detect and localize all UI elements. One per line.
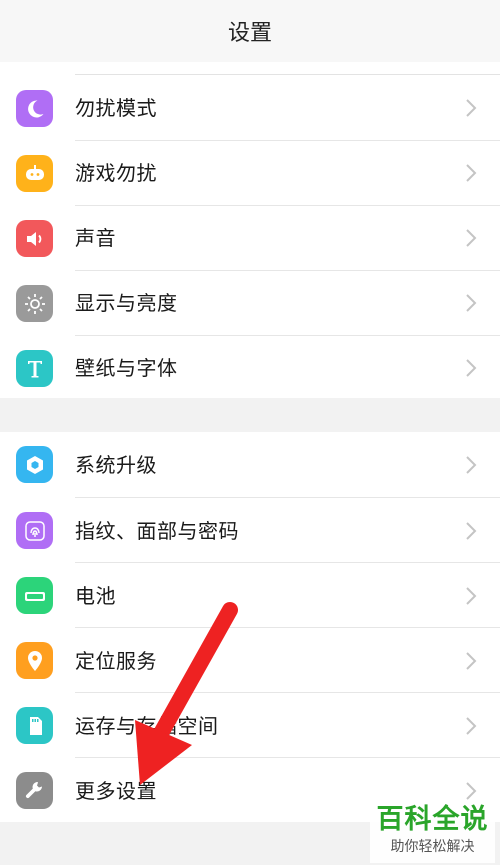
settings-item-label: 系统升级 xyxy=(75,453,157,477)
chevron-right-icon xyxy=(466,717,477,735)
watermark-title: 百科全说 xyxy=(376,804,489,835)
settings-item-wallpaper-font[interactable]: 壁纸与字体 xyxy=(0,336,500,401)
title-bar: 设置 xyxy=(0,0,500,63)
settings-item-fingerprint-face-password[interactable]: 指纹、面部与密码 xyxy=(0,498,500,563)
settings-item-label: 更多设置 xyxy=(75,779,157,803)
settings-item-label: 壁纸与字体 xyxy=(75,356,178,380)
settings-item-label: 运存与存储空间 xyxy=(75,714,219,738)
chevron-right-icon xyxy=(466,522,477,540)
chevron-right-icon xyxy=(466,587,477,605)
sd-card-icon xyxy=(16,707,53,744)
location-pin-icon xyxy=(16,642,53,679)
settings-item-sound[interactable]: 声音 xyxy=(0,206,500,271)
font-t-icon xyxy=(16,350,53,387)
chevron-right-icon xyxy=(466,782,477,800)
settings-item-memory-storage[interactable]: 运存与存储空间 xyxy=(0,693,500,758)
watermark-logo: 百科全说 助你轻松解决 xyxy=(370,803,495,863)
settings-item-system-update[interactable]: 系统升级 xyxy=(0,432,500,497)
settings-item-label: 定位服务 xyxy=(75,649,157,673)
settings-item-battery[interactable]: 电池 xyxy=(0,563,500,628)
settings-item-label: 电池 xyxy=(75,584,116,608)
settings-item-label: 声音 xyxy=(75,226,116,250)
cube-update-icon xyxy=(16,446,53,483)
settings-item-label: 显示与亮度 xyxy=(75,291,178,315)
gamepad-icon xyxy=(16,155,53,192)
watermark-subtitle: 助你轻松解决 xyxy=(390,839,475,855)
settings-item-label: 游戏勿扰 xyxy=(75,161,157,185)
brightness-icon xyxy=(16,285,53,322)
settings-group-1: 勿扰模式 游戏勿扰 声音 显示与亮度 壁纸与字体 xyxy=(0,62,500,398)
battery-icon xyxy=(16,577,53,614)
settings-group-2: 系统升级 指纹、面部与密码 电池 定位服务 运存与存储空间 更多设置 xyxy=(0,432,500,822)
settings-item-label: 指纹、面部与密码 xyxy=(75,519,239,543)
moon-icon xyxy=(16,90,53,127)
settings-item-game-dnd[interactable]: 游戏勿扰 xyxy=(0,141,500,206)
fingerprint-icon xyxy=(16,512,53,549)
page-title: 设置 xyxy=(227,21,272,46)
chevron-right-icon xyxy=(466,294,477,312)
chevron-right-icon xyxy=(466,229,477,247)
divider xyxy=(75,74,500,75)
settings-item-do-not-disturb[interactable]: 勿扰模式 xyxy=(0,76,500,141)
settings-item-label: 勿扰模式 xyxy=(75,96,157,120)
chevron-right-icon xyxy=(466,652,477,670)
wrench-icon xyxy=(16,772,53,809)
chevron-right-icon xyxy=(466,99,477,117)
chevron-right-icon xyxy=(466,164,477,182)
settings-item-display-brightness[interactable]: 显示与亮度 xyxy=(0,271,500,336)
chevron-right-icon xyxy=(466,359,477,377)
chevron-right-icon xyxy=(466,456,477,474)
settings-item-location-services[interactable]: 定位服务 xyxy=(0,628,500,693)
speaker-icon xyxy=(16,220,53,257)
